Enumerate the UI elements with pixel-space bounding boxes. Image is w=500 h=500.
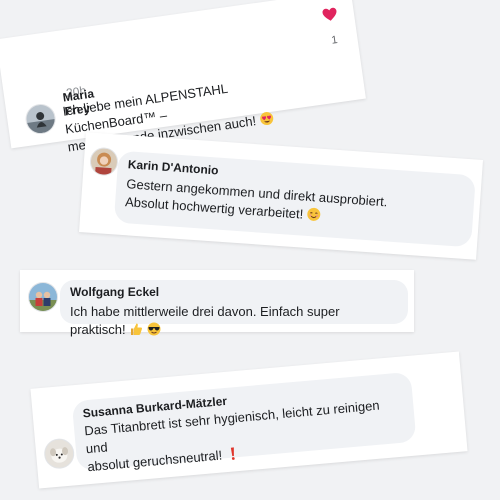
comment-card-maria: Maria Frey 20h Ich liebe mein ALPENSTAHL… [0, 0, 366, 154]
red-exclamation-emoji [225, 446, 240, 461]
comment-bubble: Karin D'Antonio Gestern angekommen und d… [113, 150, 476, 248]
comment-bubble: Wolfgang Eckel Ich habe mittlerweile dre… [60, 280, 408, 337]
avatar[interactable] [28, 282, 58, 312]
avatar[interactable] [89, 146, 119, 177]
comment-card-susanna: Susanna Burkard-Mätzler Das Titanbrett i… [30, 351, 468, 489]
heart-icon[interactable] [321, 6, 339, 24]
author-name[interactable]: Wolfgang Eckel [70, 285, 398, 299]
avatar[interactable] [23, 102, 58, 136]
thumbs-up-emoji [129, 322, 143, 336]
comment-text: Ich habe mittlerweile drei davon. Einfac… [70, 304, 340, 337]
smiling-face-emoji [306, 207, 321, 222]
avatar[interactable] [42, 437, 76, 470]
heart-eyes-emoji [259, 111, 275, 127]
comment-bubble: Maria Frey 20h Ich liebe mein ALPENSTAHL… [56, 46, 302, 154]
comment-card-wolfgang: Wolfgang Eckel Ich habe mittlerweile dre… [20, 270, 414, 337]
comment-bubble: Susanna Burkard-Mätzler Das Titanbrett i… [71, 371, 417, 474]
comment-card-karin: Karin D'Antonio Gestern angekommen und d… [78, 132, 484, 260]
reaction-count: 1 [330, 33, 339, 47]
sunglasses-emoji [147, 322, 161, 336]
